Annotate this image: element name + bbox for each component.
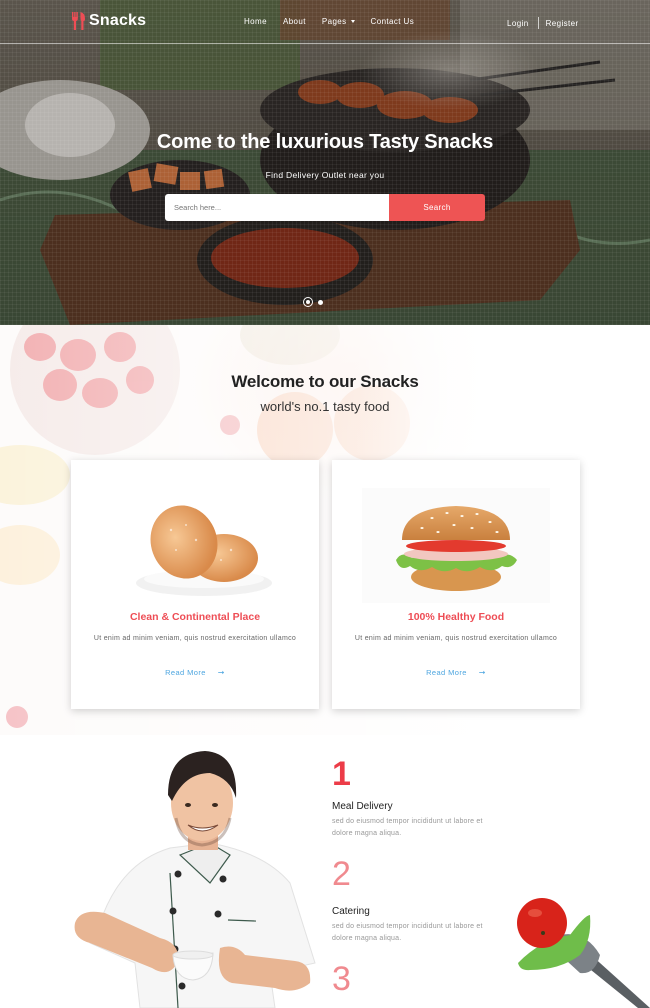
login-link[interactable]: Login bbox=[507, 19, 529, 28]
read-more-link[interactable]: Read More ➞ bbox=[332, 668, 580, 677]
auth-divider bbox=[537, 17, 539, 29]
chef-image bbox=[74, 751, 316, 1008]
search-form: Search bbox=[165, 194, 485, 221]
service-number-1: 1 bbox=[332, 755, 351, 793]
service-text: sed do eiusmod tempor incididunt ut labo… bbox=[332, 818, 483, 837]
hero-title-bold: Tasty Snacks bbox=[369, 131, 494, 153]
nav-pages-dropdown[interactable]: Pages bbox=[322, 17, 355, 26]
navbar: Snacks Home About Pages Contact Us Login… bbox=[0, 0, 650, 44]
card-text: Ut enim ad minim veniam, quis nostrud ex… bbox=[93, 635, 297, 642]
service-text: sed do eiusmod tempor incididunt ut labo… bbox=[332, 923, 483, 942]
welcome-section: Welcome to our Snacks world's no.1 tasty… bbox=[0, 325, 650, 735]
search-button[interactable]: Search bbox=[389, 194, 485, 221]
register-link[interactable]: Register bbox=[546, 19, 579, 28]
donuts-image bbox=[136, 505, 272, 596]
nav-contact[interactable]: Contact Us bbox=[371, 17, 415, 26]
feature-card-clean-place: Clean & Continental Place Ut enim ad min… bbox=[71, 460, 319, 709]
read-more-label: Read More bbox=[165, 668, 206, 677]
nav-about[interactable]: About bbox=[283, 17, 306, 26]
logo-text: Snacks bbox=[89, 12, 147, 29]
arrow-right-icon: ➞ bbox=[217, 668, 225, 677]
service-number-3: 3 bbox=[332, 960, 351, 998]
hero-subtitle: Find Delivery Outlet near you bbox=[265, 170, 385, 180]
search-input[interactable] bbox=[165, 194, 389, 221]
hero-overlay bbox=[0, 0, 650, 325]
caret-down-icon bbox=[350, 20, 355, 24]
auth-links: Login Register bbox=[507, 17, 579, 29]
slider-dot-1-active[interactable] bbox=[303, 297, 313, 307]
welcome-title: Welcome to our Snacks bbox=[231, 372, 419, 391]
feature-card-healthy-food: 100% Healthy Food Ut enim ad minim venia… bbox=[332, 460, 580, 709]
hero-slider: Snacks Home About Pages Contact Us Login… bbox=[0, 0, 650, 325]
main-nav: Home About Pages Contact Us bbox=[244, 17, 430, 26]
fork-tomato-image bbox=[517, 898, 650, 1008]
service-number-2: 2 bbox=[332, 855, 351, 893]
welcome-subtitle: world's no.1 tasty food bbox=[260, 399, 390, 414]
logo[interactable]: Snacks bbox=[72, 12, 146, 30]
service-title-meal-delivery: Meal Delivery bbox=[332, 801, 393, 812]
service-title-catering: Catering bbox=[332, 906, 370, 917]
services-section: 1 Meal Delivery sed do eiusmod tempor in… bbox=[0, 735, 650, 1008]
nav-home[interactable]: Home bbox=[244, 17, 267, 26]
read-more-label: Read More bbox=[426, 668, 467, 677]
slider-pagination bbox=[303, 297, 323, 307]
nav-pages-label: Pages bbox=[321, 17, 347, 26]
card-title: 100% Healthy Food bbox=[407, 611, 505, 623]
slider-dot-2[interactable] bbox=[318, 299, 323, 305]
burger-image bbox=[362, 488, 550, 603]
card-text: Ut enim ad minim veniam, quis nostrud ex… bbox=[354, 635, 558, 642]
arrow-right-icon: ➞ bbox=[478, 668, 486, 677]
read-more-link[interactable]: Read More ➞ bbox=[71, 668, 319, 677]
fork-knife-icon bbox=[72, 12, 85, 30]
hero-title-regular: Come to the luxurious bbox=[156, 131, 370, 153]
card-title: Clean & Continental Place bbox=[129, 611, 261, 623]
hero-title: Come to the luxurious Tasty Snacks bbox=[0, 131, 650, 154]
